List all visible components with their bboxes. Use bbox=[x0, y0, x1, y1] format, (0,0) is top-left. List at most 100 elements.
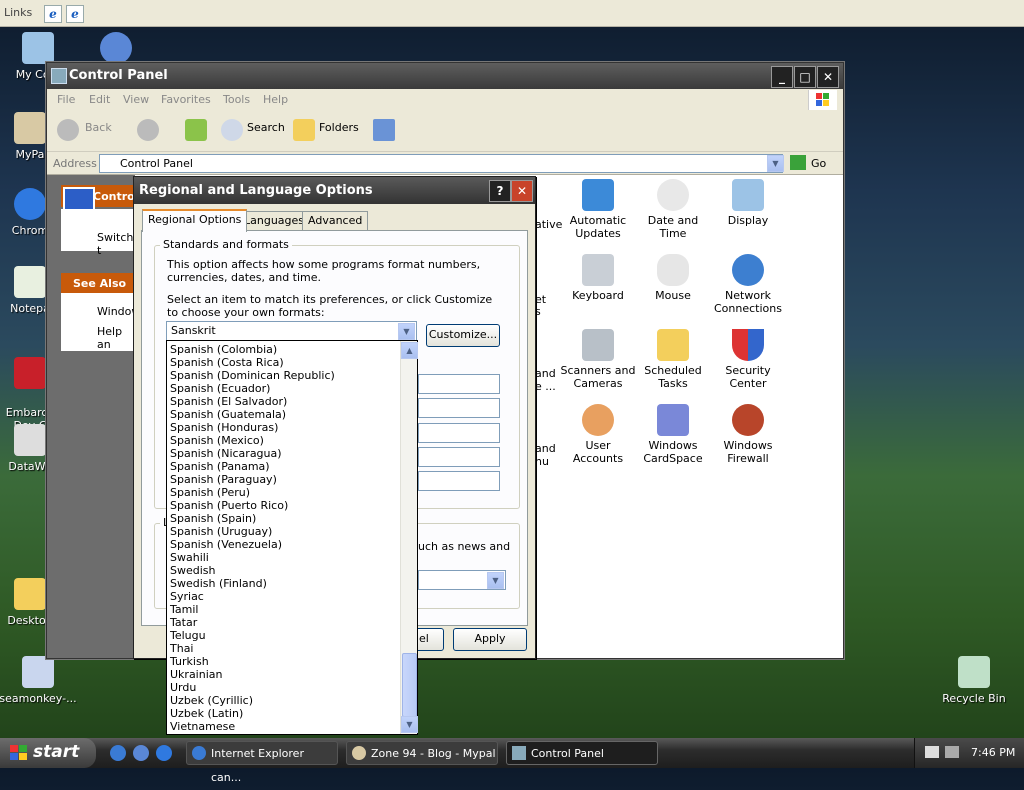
list-item[interactable]: Spanish (Colombia) bbox=[167, 343, 400, 356]
list-item[interactable]: Uzbek (Latin) bbox=[167, 707, 400, 720]
menu-file[interactable]: File bbox=[57, 93, 75, 106]
search-icon[interactable] bbox=[221, 119, 243, 141]
clock[interactable]: 7:46 PM bbox=[971, 746, 1015, 759]
cp-item-scheduled-tasks[interactable]: Scheduled Tasks bbox=[634, 329, 712, 390]
list-item[interactable]: Spanish (Spain) bbox=[167, 512, 400, 525]
list-item[interactable]: Telugu bbox=[167, 629, 400, 642]
go-arrow-icon[interactable] bbox=[790, 155, 806, 170]
list-item[interactable]: Urdu bbox=[167, 681, 400, 694]
help-icon[interactable]: ? bbox=[489, 180, 511, 202]
list-item[interactable]: Spanish (Venezuela) bbox=[167, 538, 400, 551]
cp-item-network-connections[interactable]: Network Connections bbox=[709, 254, 787, 315]
list-item[interactable]: Spanish (Dominican Republic) bbox=[167, 369, 400, 382]
close-button[interactable]: ✕ bbox=[817, 66, 839, 88]
cp-item-keyboard[interactable]: Keyboard bbox=[559, 254, 637, 302]
cp-item-user-accounts[interactable]: User Accounts bbox=[559, 404, 637, 465]
list-item[interactable]: Spanish (Paraguay) bbox=[167, 473, 400, 486]
help-support-link[interactable]: Help an bbox=[97, 325, 135, 351]
apply-button[interactable]: Apply bbox=[453, 628, 527, 651]
list-item[interactable]: Spanish (Panama) bbox=[167, 460, 400, 473]
tab-regional-options[interactable]: Regional Options bbox=[142, 209, 248, 232]
ie-quicklaunch-icon[interactable] bbox=[110, 745, 126, 761]
menu-help[interactable]: Help bbox=[263, 93, 288, 106]
menu-view[interactable]: View bbox=[123, 93, 149, 106]
chevron-up-icon[interactable]: ▲ bbox=[401, 342, 418, 359]
tab-languages[interactable]: Languages bbox=[238, 211, 311, 230]
list-item[interactable]: Spanish (Ecuador) bbox=[167, 382, 400, 395]
folders-icon[interactable] bbox=[293, 119, 315, 141]
close-icon[interactable]: ✕ bbox=[511, 180, 533, 202]
list-item[interactable]: Spanish (Puerto Rico) bbox=[167, 499, 400, 512]
chrome-quicklaunch-icon[interactable] bbox=[156, 745, 172, 761]
views-icon[interactable] bbox=[373, 119, 395, 141]
ie-link-icon[interactable]: e bbox=[44, 5, 62, 23]
list-item[interactable]: Swahili bbox=[167, 551, 400, 564]
minimize-button[interactable]: _ bbox=[771, 66, 793, 88]
menu-tools[interactable]: Tools bbox=[223, 93, 250, 106]
go-button[interactable]: Go bbox=[811, 157, 826, 170]
formats-combobox[interactable]: Sanskrit ▼ bbox=[166, 321, 417, 341]
tab-advanced[interactable]: Advanced bbox=[302, 211, 369, 230]
chevron-down-icon[interactable]: ▼ bbox=[401, 716, 418, 733]
taskbar-item-mypal[interactable]: Zone 94 - Blog - Mypal bbox=[346, 741, 498, 765]
cp-item-scanners-cameras[interactable]: Scanners and Cameras bbox=[559, 329, 637, 390]
computer-icon bbox=[22, 32, 54, 64]
list-item[interactable]: Spanish (El Salvador) bbox=[167, 395, 400, 408]
cp-item-mouse[interactable]: Mouse bbox=[634, 254, 712, 302]
cp-item-automatic-updates[interactable]: Automatic Updates bbox=[559, 179, 637, 240]
up-folder-icon[interactable] bbox=[185, 119, 207, 141]
list-item[interactable]: Thai bbox=[167, 642, 400, 655]
list-item[interactable]: Syriac bbox=[167, 590, 400, 603]
taskbar-item-control-panel[interactable]: Control Panel bbox=[506, 741, 658, 765]
list-item[interactable]: Spanish (Uruguay) bbox=[167, 525, 400, 538]
forward-arrow-icon[interactable] bbox=[137, 119, 159, 141]
back-button[interactable]: Back bbox=[85, 121, 112, 134]
keyboard-tray-icon[interactable] bbox=[925, 746, 939, 758]
list-item[interactable]: Spanish (Guatemala) bbox=[167, 408, 400, 421]
list-item[interactable]: Spanish (Peru) bbox=[167, 486, 400, 499]
list-item[interactable]: Tamil bbox=[167, 603, 400, 616]
desktop-icon-seamonkey[interactable]: seamonkey-... bbox=[0, 656, 80, 705]
taskbar-item-internet-explorer[interactable]: Internet Explorer can... bbox=[186, 741, 338, 784]
ie-link-icon[interactable]: e bbox=[66, 5, 84, 23]
speaker-tray-icon[interactable] bbox=[945, 746, 959, 758]
window-titlebar[interactable]: Control Panel _ □ ✕ bbox=[47, 63, 843, 89]
location-select[interactable]: ▼ bbox=[418, 570, 506, 590]
dialog-titlebar[interactable]: Regional and Language Options ? ✕ bbox=[134, 177, 535, 204]
cp-partial-label: nu bbox=[535, 455, 549, 468]
cp-item-security-center[interactable]: Security Center bbox=[709, 329, 787, 390]
list-item[interactable]: Turkish bbox=[167, 655, 400, 668]
address-input[interactable]: Control Panel bbox=[99, 154, 783, 173]
list-item[interactable]: Spanish (Nicaragua) bbox=[167, 447, 400, 460]
list-item[interactable]: Spanish (Honduras) bbox=[167, 421, 400, 434]
menu-edit[interactable]: Edit bbox=[89, 93, 110, 106]
customize-button[interactable]: Customize... bbox=[426, 324, 500, 347]
list-item[interactable]: Ukrainian bbox=[167, 668, 400, 681]
back-arrow-icon[interactable] bbox=[57, 119, 79, 141]
folders-button[interactable]: Folders bbox=[319, 121, 359, 134]
search-button[interactable]: Search bbox=[247, 121, 285, 134]
list-scrollbar[interactable]: ▲ ▼ bbox=[400, 341, 418, 734]
cp-item-windows-firewall[interactable]: Windows Firewall bbox=[709, 404, 787, 465]
chevron-down-icon[interactable]: ▼ bbox=[487, 572, 504, 589]
list-item[interactable]: Swedish (Finland) bbox=[167, 577, 400, 590]
chevron-down-icon[interactable]: ▼ bbox=[767, 155, 784, 172]
list-item[interactable]: Spanish (Mexico) bbox=[167, 434, 400, 447]
maximize-button[interactable]: □ bbox=[794, 66, 816, 88]
quicklaunch-icon[interactable] bbox=[133, 745, 149, 761]
menu-favorites[interactable]: Favorites bbox=[161, 93, 211, 106]
chevron-down-icon[interactable]: ▼ bbox=[398, 323, 415, 340]
start-button[interactable]: start bbox=[0, 738, 96, 768]
list-item[interactable]: Spanish (Costa Rica) bbox=[167, 356, 400, 369]
list-item[interactable]: Uzbek (Cyrillic) bbox=[167, 694, 400, 707]
desktop-icon-recycle-bin[interactable]: Recycle Bin bbox=[932, 656, 1016, 705]
cp-item-display[interactable]: Display bbox=[709, 179, 787, 227]
list-item[interactable]: Vietnamese bbox=[167, 720, 400, 733]
list-item[interactable]: Tatar bbox=[167, 616, 400, 629]
cp-item-date-time[interactable]: Date and Time bbox=[634, 179, 712, 240]
formats-dropdown-list[interactable]: Spanish (Colombia) Spanish (Costa Rica) Sp… bbox=[166, 340, 418, 735]
switch-view-link[interactable]: Switch t bbox=[97, 231, 135, 257]
scroll-thumb[interactable] bbox=[402, 653, 417, 717]
cp-item-windows-cardspace[interactable]: Windows CardSpace bbox=[634, 404, 712, 465]
list-item[interactable]: Swedish bbox=[167, 564, 400, 577]
